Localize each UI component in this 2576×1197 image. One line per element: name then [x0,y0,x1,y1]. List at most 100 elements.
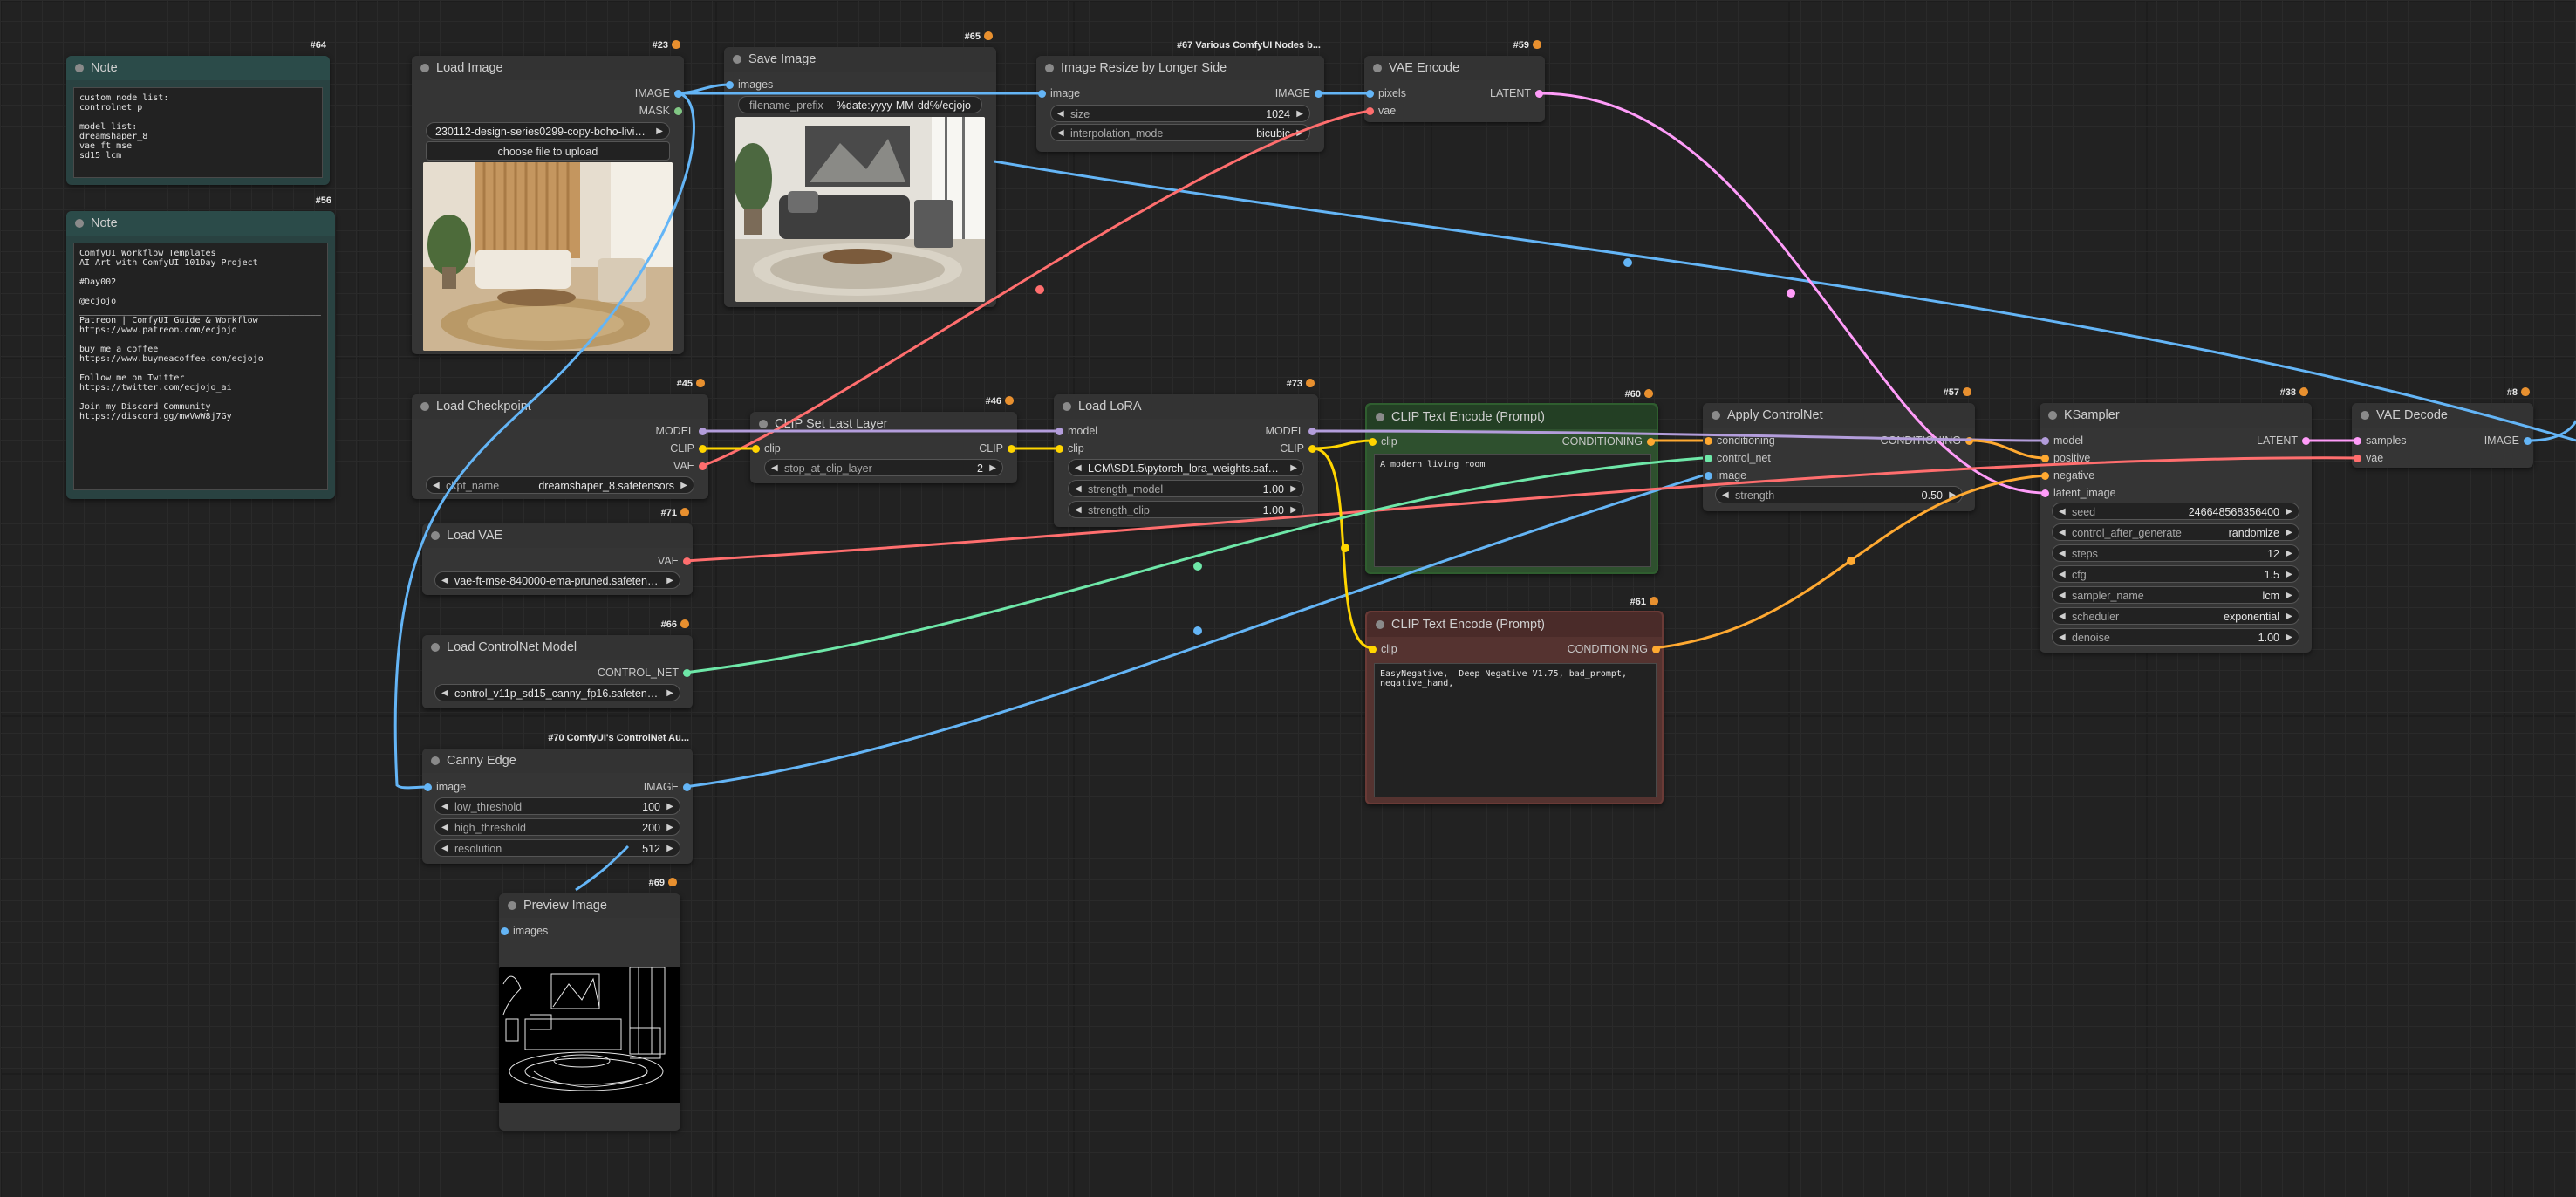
note-node[interactable]: #64 Note custom node list: controlnet p … [66,40,330,185]
node-title[interactable]: Load Checkpoint [412,394,708,419]
load-image-node[interactable]: #23 Load Image IMAGE MASK 230112-design-… [412,40,684,354]
node-title[interactable]: CLIP Text Encode (Prompt) [1367,405,1657,429]
filename-prefix-field[interactable]: filename_prefix %date:yyyy-MM-dd%/ecjojo [738,96,982,113]
steps-field[interactable]: ◀ steps 12 ▶ [2052,544,2299,562]
prompt-textarea[interactable]: EasyNegative, Deep Negative V1.75, bad_p… [1374,663,1657,797]
note-text[interactable]: ComfyUI Workflow Templates AI Art with C… [73,243,328,490]
ksampler-node[interactable]: #38 KSampler model positive negative lat… [2040,387,2312,653]
scheduler-select[interactable]: ◀ scheduler exponential ▶ [2052,607,2299,625]
graph-canvas[interactable]: #64 Note custom node list: controlnet p … [0,0,2576,1197]
input-negative[interactable]: negative [2040,469,2094,482]
apply-controlnet-node[interactable]: #57 Apply ControlNet conditioning contro… [1703,387,1975,511]
size-field[interactable]: ◀ size 1024 ▶ [1050,105,1310,122]
output-image[interactable]: IMAGE [2484,434,2533,448]
save-image-node[interactable]: #65 Save Image images filename_prefix %da… [724,31,996,307]
node-title[interactable]: Note [66,56,330,80]
output-conditioning[interactable]: CONDITIONING [1562,434,1657,448]
input-positive[interactable]: positive [2040,451,2090,465]
output-model[interactable]: MODEL [1266,424,1318,438]
node-title[interactable]: CLIP Set Last Layer [750,412,1017,436]
vae-select[interactable]: ◀ vae-ft-mse-840000-ema-pruned.safetensor… [434,571,680,589]
collapse-dot-icon[interactable] [1045,64,1054,72]
collapse-dot-icon[interactable] [759,420,768,428]
input-vae[interactable]: vae [1364,104,1396,118]
collapse-dot-icon[interactable] [420,402,429,411]
input-clip[interactable]: clip [1054,441,1084,455]
node-title[interactable]: Note [66,211,335,236]
note-node[interactable]: #56 Note ComfyUI Workflow Templates AI A… [66,195,335,499]
output-latent[interactable]: LATENT [1490,86,1545,100]
collapse-dot-icon[interactable] [508,901,516,910]
load-lora-node[interactable]: #73 Load LoRA model clip MODEL CLIP ◀ LCM… [1054,379,1318,527]
clip-set-last-layer-node[interactable]: #46 CLIP Set Last Layer clip CLIP ◀ stop_… [750,396,1017,483]
strength-model-field[interactable]: ◀ strength_model 1.00 ▶ [1068,480,1304,497]
input-samples[interactable]: samples [2352,434,2407,448]
vae-decode-node[interactable]: #8 VAE Decode samples vae IMAGE [2352,387,2533,468]
node-title[interactable]: CLIP Text Encode (Prompt) [1367,612,1662,637]
collapse-dot-icon[interactable] [420,64,429,72]
collapse-dot-icon[interactable] [733,55,741,64]
node-title[interactable]: Image Resize by Longer Side [1036,56,1324,80]
ckpt-select[interactable]: ◀ ckpt_name dreamshaper_8.safetensors ▶ [426,476,694,494]
preview-image-node[interactable]: #69 Preview Image images [499,878,680,1131]
cfg-field[interactable]: ◀ cfg 1.5 ▶ [2052,565,2299,583]
output-vae[interactable]: VAE [658,554,693,568]
output-image[interactable]: IMAGE [635,86,684,100]
output-model[interactable]: MODEL [656,424,708,438]
seed-field[interactable]: ◀ seed 246648568356400 ▶ [2052,503,2299,520]
collapse-dot-icon[interactable] [431,643,440,652]
input-clip[interactable]: clip [750,441,781,455]
high-threshold-field[interactable]: ◀ high_threshold 200 ▶ [434,818,680,836]
input-pixels[interactable]: pixels [1364,86,1406,100]
input-images[interactable]: images [724,78,773,92]
interpolation-select[interactable]: ◀ interpolation_mode bicubic ▶ [1050,124,1310,141]
denoise-field[interactable]: ◀ denoise 1.00 ▶ [2052,628,2299,646]
collapse-dot-icon[interactable] [1712,411,1720,420]
collapse-dot-icon[interactable] [431,531,440,540]
collapse-dot-icon[interactable] [2361,411,2369,420]
node-title[interactable]: VAE Decode [2352,403,2533,428]
output-control-net[interactable]: CONTROL_NET [598,666,693,680]
upload-button[interactable]: choose file to upload [426,141,670,161]
lora-select[interactable]: ◀LCM\SD1.5\pytorch_lora_weights.safetens… [1068,459,1304,476]
output-conditioning[interactable]: CONDITIONING [1568,642,1662,656]
node-title[interactable]: Load LoRA [1054,394,1318,419]
input-model[interactable]: model [2040,434,2083,448]
collapse-dot-icon[interactable] [1376,413,1384,421]
canny-edge-node[interactable]: #70 ComfyUI's ControlNet Au... Canny Edg… [422,733,693,864]
load-controlnet-node[interactable]: #66 Load ControlNet Model CONTROL_NET ◀ c… [422,619,693,708]
vae-encode-node[interactable]: #59 VAE Encode pixels vae LATENT [1364,40,1545,122]
load-checkpoint-node[interactable]: #45 Load Checkpoint MODEL CLIP VAE ◀ ckpt… [412,379,708,499]
node-title[interactable]: Save Image [724,47,996,72]
node-title[interactable]: Load Image [412,56,684,80]
input-conditioning[interactable]: conditioning [1703,434,1775,448]
input-clip[interactable]: clip [1367,434,1397,448]
prompt-textarea[interactable]: A modern living room [1374,454,1651,567]
input-latent-image[interactable]: latent_image [2040,486,2116,500]
output-latent[interactable]: LATENT [2257,434,2312,448]
collapse-dot-icon[interactable] [431,756,440,765]
collapse-dot-icon[interactable] [1063,402,1071,411]
output-image[interactable]: IMAGE [644,780,693,794]
output-mask[interactable]: MASK [639,104,684,118]
collapse-dot-icon[interactable] [1373,64,1382,72]
control-after-generate-select[interactable]: ◀ control_after_generate randomize ▶ [2052,523,2299,541]
image-resize-node[interactable]: #67 Various ComfyUI Nodes b... Image Res… [1036,40,1324,152]
low-threshold-field[interactable]: ◀ low_threshold 100 ▶ [434,797,680,815]
node-title[interactable]: KSampler [2040,403,2312,428]
stop-at-clip-layer-field[interactable]: ◀ stop_at_clip_layer -2 ▶ [764,459,1003,476]
collapse-dot-icon[interactable] [1376,620,1384,629]
clip-text-encode-positive-node[interactable]: #60 CLIP Text Encode (Prompt) clip CONDI… [1365,389,1658,574]
strength-field[interactable]: ◀ strength 0.50 ▶ [1715,486,1963,503]
collapse-dot-icon[interactable] [75,64,84,72]
output-clip[interactable]: CLIP [1280,441,1318,455]
node-title[interactable]: Preview Image [499,893,680,918]
load-vae-node[interactable]: #71 Load VAE VAE ◀ vae-ft-mse-840000-ema-… [422,508,693,595]
sampler-name-select[interactable]: ◀ sampler_name lcm ▶ [2052,586,2299,604]
input-image[interactable]: image [422,780,466,794]
note-text[interactable]: custom node list: controlnet p model lis… [73,87,323,178]
resolution-field[interactable]: ◀ resolution 512 ▶ [434,839,680,857]
output-image[interactable]: IMAGE [1275,86,1324,100]
node-title[interactable]: Load ControlNet Model [422,635,693,660]
node-title[interactable]: VAE Encode [1364,56,1545,80]
